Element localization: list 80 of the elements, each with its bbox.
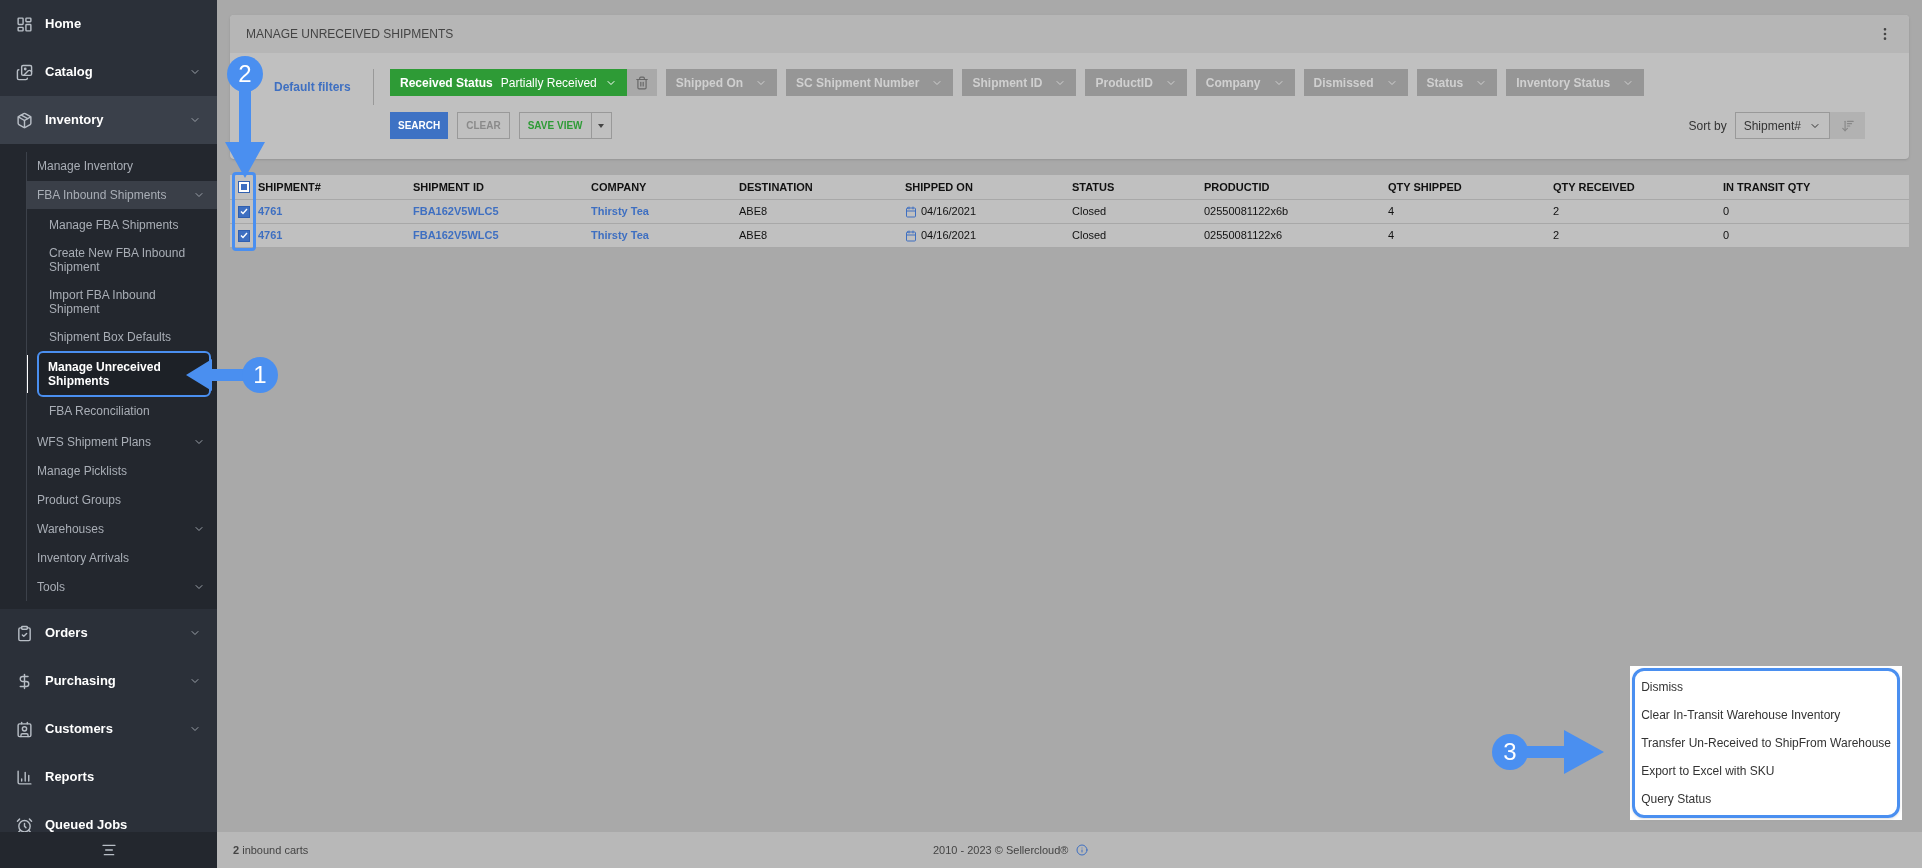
caret-icon	[598, 123, 604, 128]
table-cell-text: 0	[1723, 228, 1730, 244]
clipboard-check-icon	[16, 624, 33, 642]
table-cell-text: 0	[1723, 204, 1730, 220]
menu-item[interactable]: Transfer Un-Received to ShipFrom Warehouse	[1635, 729, 1897, 757]
table-cell-text: 4	[1388, 228, 1395, 244]
nav-item[interactable]: Shipment Box Defaults	[27, 323, 217, 351]
table-cell-text: 02550081122x6b	[1204, 204, 1289, 220]
nav-item[interactable]: Manage FBA Shipments	[27, 211, 217, 239]
copyright-text: 2010 - 2023 © Sellercloud®	[933, 842, 1069, 858]
column-header: IN TRANSIT QTY	[1723, 179, 1812, 195]
column-header: COMPANY	[591, 179, 648, 195]
checkbox[interactable]	[238, 229, 250, 242]
nav-item[interactable]: Manage Unreceived Shipments	[37, 351, 211, 397]
search-button[interactable]: SEARCH	[390, 112, 449, 139]
table-cell-text: ABE8	[739, 204, 768, 220]
nav-item[interactable]: Home	[0, 0, 217, 48]
trash-icon	[634, 75, 649, 90]
checkmark-icon	[240, 232, 248, 239]
menu-item[interactable]: Query Status	[1635, 785, 1897, 813]
table-cell-text: 04/16/2021	[921, 204, 977, 220]
column-header: SHIPMENT#	[258, 179, 322, 195]
nav-item[interactable]: Manage Picklists	[27, 457, 217, 485]
menu-item[interactable]: Dismiss	[1635, 673, 1897, 701]
nav-item[interactable]: Customers	[0, 705, 217, 753]
checkbox[interactable]	[238, 205, 250, 218]
nav-item[interactable]: Queued Jobs	[0, 801, 217, 832]
column-header: STATUS	[1072, 179, 1116, 195]
bar-chart-icon	[16, 768, 33, 786]
select-all-checkbox[interactable]	[238, 181, 250, 193]
nav-item[interactable]: Manage Inventory	[27, 152, 217, 180]
column-header: SHIPMENT ID	[413, 179, 485, 195]
nav-item[interactable]: Orders	[0, 609, 217, 657]
sort-icon	[1840, 118, 1855, 133]
nav-item[interactable]: FBA Reconciliation	[27, 397, 217, 425]
sort-label: Sort by	[1688, 117, 1727, 135]
table-cell-text: 04/16/2021	[921, 228, 977, 244]
table-cell-text: ABE8	[739, 228, 768, 244]
table-cell-text: 2	[1553, 228, 1560, 244]
contact-card-icon	[16, 720, 33, 738]
checkmark-icon	[240, 208, 248, 215]
menu-item[interactable]: Clear In-Transit Warehouse Inventory	[1635, 701, 1897, 729]
table-row[interactable]: 4761 FBA162V5WLC5 Thirsty Tea ABE8 04/16/2021 Closed 02550081122x6 4 2 0	[230, 224, 1909, 248]
calendar-icon	[905, 205, 917, 218]
table-cell-text: 4	[1388, 204, 1395, 220]
nav-item[interactable]: Product Groups	[27, 486, 217, 514]
table-cell-text: 2	[1553, 204, 1560, 220]
nav-item[interactable]: Tools	[27, 573, 217, 601]
nav-item[interactable]: Catalog	[0, 48, 217, 96]
column-header: DESTINATION	[739, 179, 814, 195]
menu-icon[interactable]	[100, 842, 117, 858]
images-icon	[16, 63, 33, 81]
record-count: 2 inbound carts	[233, 842, 310, 858]
nav-item[interactable]: FBA Inbound Shipments	[27, 181, 217, 209]
menu-item[interactable]: Export to Excel with SKU	[1635, 757, 1897, 785]
column-header: QTY RECEIVED	[1553, 179, 1636, 195]
nav-item[interactable]: Warehouses	[27, 515, 217, 543]
sort-select[interactable]: Shipment#	[1734, 112, 1830, 139]
callout-badge: 3	[1492, 734, 1528, 770]
nav-item[interactable]: Create New FBA Inbound Shipment	[27, 239, 217, 281]
page-title: MANAGE UNRECEIVED SHIPMENTS	[246, 26, 454, 43]
column-header: PRODUCTID	[1204, 179, 1271, 195]
calendar-icon	[905, 229, 917, 242]
table-row[interactable]: 4761 FBA162V5WLC5 Thirsty Tea ABE8 04/16/2021 Closed 02550081122x6b 4 2 0	[230, 200, 1909, 224]
nav-item[interactable]: Reports	[0, 753, 217, 801]
table-cell-text: Closed	[1072, 228, 1107, 244]
package-icon	[16, 111, 33, 129]
table-cell-text: 02550081122x6	[1204, 228, 1283, 244]
nav-item[interactable]: Inventory	[0, 96, 217, 144]
nav-item[interactable]: Import FBA Inbound Shipment	[27, 281, 217, 323]
nav-item[interactable]: Purchasing	[0, 657, 217, 705]
alarm-clock-icon	[16, 816, 33, 832]
nav-item[interactable]: WFS Shipment Plans	[27, 428, 217, 456]
column-header: SHIPPED ON	[905, 179, 974, 195]
filter-chip[interactable]: Received Status Partially Received	[390, 69, 627, 96]
nav-item[interactable]: Inventory Arrivals	[27, 544, 217, 572]
column-header: QTY SHIPPED	[1388, 179, 1463, 195]
callout-badge: 1	[242, 357, 278, 393]
table-cell-text: Closed	[1072, 204, 1107, 220]
dashboard-icon	[16, 15, 33, 33]
